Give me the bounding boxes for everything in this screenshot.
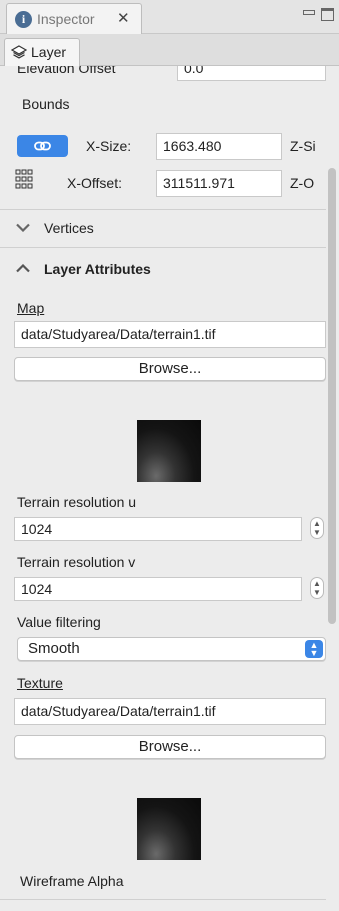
info-icon: i	[15, 11, 32, 28]
tab-inspector[interactable]: i Inspector ✕	[6, 3, 142, 34]
x-offset-field[interactable]: 311511.971	[156, 170, 282, 197]
texture-label[interactable]: Texture	[17, 675, 63, 691]
map-path-field[interactable]: data/Studyarea/Data/terrain1.tif	[14, 321, 326, 348]
x-size-field[interactable]: 1663.480	[156, 133, 282, 160]
texture-path-field[interactable]: data/Studyarea/Data/terrain1.tif	[14, 698, 326, 725]
terrain-resolution-v-field[interactable]: 1024	[14, 577, 302, 601]
texture-preview-image	[137, 798, 201, 860]
terrain-resolution-v-label: Terrain resolution v	[17, 554, 136, 570]
terrain-resolution-u-field[interactable]: 1024	[14, 517, 302, 541]
close-icon[interactable]: ✕	[117, 9, 130, 27]
inspector-titlebar: i Inspector ✕	[0, 0, 339, 34]
chevron-up-icon[interactable]	[16, 264, 30, 273]
chevron-updown-icon: ▲ ▼	[305, 640, 323, 658]
divider	[0, 247, 326, 248]
vertical-scrollbar[interactable]	[328, 168, 336, 624]
z-offset-label: Z-O	[290, 175, 315, 191]
elevation-offset-label: Elevation Offset	[17, 66, 116, 76]
divider	[0, 209, 326, 210]
x-size-label: X-Size:	[86, 138, 132, 154]
layers-icon	[11, 45, 27, 59]
maximize-icon[interactable]	[321, 8, 334, 21]
vertices-section-header[interactable]: Vertices	[44, 220, 94, 236]
tab-layer-label: Layer	[31, 44, 67, 60]
terrain-resolution-v-stepper[interactable]: ▲ ▼	[310, 577, 324, 599]
lock-aspect-button[interactable]	[17, 135, 68, 157]
chevron-down-icon[interactable]	[16, 223, 30, 232]
terrain-resolution-u-label: Terrain resolution u	[17, 494, 137, 510]
value-filtering-label: Value filtering	[17, 614, 101, 630]
terrain-resolution-u-stepper[interactable]: ▲ ▼	[310, 517, 324, 539]
tab-layer[interactable]: Layer	[4, 38, 80, 66]
wireframe-alpha-label: Wireframe Alpha	[20, 873, 124, 889]
value-filtering-selected: Smooth	[28, 640, 80, 657]
link-icon	[34, 141, 51, 151]
bounds-label: Bounds	[22, 96, 70, 112]
grid-icon[interactable]	[15, 169, 33, 189]
map-preview-image	[137, 420, 201, 482]
tab-inspector-label: Inspector	[37, 11, 95, 27]
minimize-icon[interactable]	[303, 10, 315, 15]
map-browse-button[interactable]: Browse...	[14, 357, 326, 381]
z-size-label: Z-Si	[290, 138, 316, 154]
x-offset-label: X-Offset:	[67, 175, 122, 191]
subtab-bar: Layer	[0, 34, 339, 66]
elevation-offset-field[interactable]: 0.0	[177, 66, 326, 81]
texture-browse-button[interactable]: Browse...	[14, 735, 326, 759]
divider	[0, 899, 326, 900]
map-label[interactable]: Map	[17, 300, 44, 316]
layer-attributes-header[interactable]: Layer Attributes	[44, 261, 151, 277]
value-filtering-select[interactable]: Smooth ▲ ▼	[17, 637, 326, 661]
inspector-content: Elevation Offset 0.0 Bounds X-Size: 1663…	[0, 66, 339, 911]
